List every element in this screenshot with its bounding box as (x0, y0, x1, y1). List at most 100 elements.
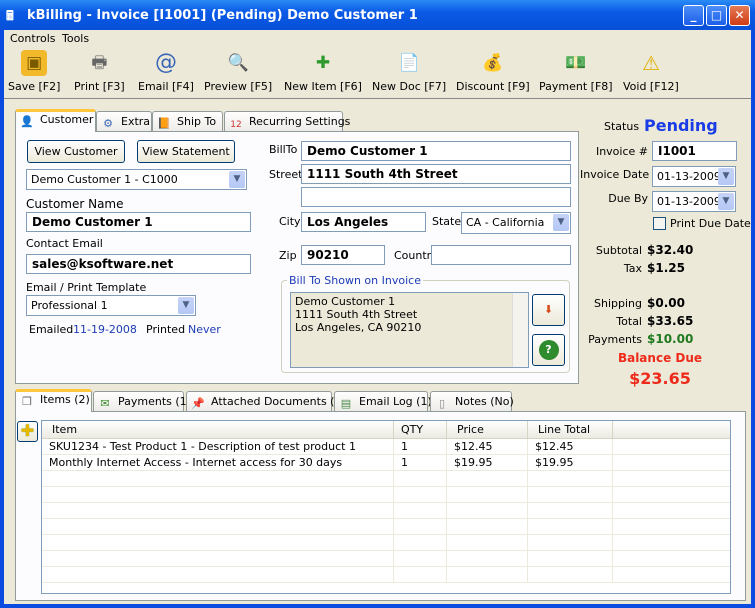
city-label: City (279, 215, 301, 228)
help-icon: ? (538, 340, 559, 360)
printed-value: Never (188, 323, 221, 336)
discount-button[interactable]: 💰 Discount [F9] (456, 50, 530, 93)
column-header-item[interactable]: Item (42, 421, 394, 439)
zip-label: Zip (279, 249, 297, 262)
cell-item (42, 567, 394, 583)
cell-line-total: $12.45 (528, 439, 613, 455)
menu-tools[interactable]: Tools (62, 32, 89, 45)
empty-row (42, 487, 730, 503)
tab-attached-documents[interactable]: 📌 Attached Documents (0) (186, 391, 346, 412)
view-customer-button[interactable]: View Customer (27, 140, 125, 163)
customer-name-input[interactable]: Demo Customer 1 (26, 212, 251, 232)
cell-qty (394, 567, 447, 583)
cell-qty (394, 487, 447, 503)
cell-filler (613, 487, 730, 503)
column-header-price[interactable]: Price (447, 421, 528, 439)
cell-price (447, 503, 528, 519)
status-value: Pending (644, 116, 718, 135)
tab-ship-to[interactable]: 📙 Ship To (152, 111, 223, 132)
state-select[interactable]: CA - California ▼ (461, 212, 571, 234)
invoice-date-picker[interactable]: 01-13-2009 ▼ (652, 166, 736, 187)
menu-controls[interactable]: Controls (10, 32, 56, 45)
at-sign-icon: @ (154, 50, 177, 75)
add-item-button[interactable]: ✚ (17, 421, 38, 442)
cell-price (447, 551, 528, 567)
plus-icon: ✚ (20, 421, 35, 440)
cell-qty: 1 (394, 439, 447, 455)
zip-input[interactable]: 90210 (301, 245, 385, 265)
magnifier-document-icon: 🔍 (227, 53, 249, 73)
document-arrow-icon: ⬇ (543, 303, 554, 316)
view-statement-button[interactable]: View Statement (137, 140, 235, 163)
close-button[interactable]: ✕ (729, 5, 750, 26)
invoice-number-input[interactable]: I1001 (652, 141, 737, 161)
cell-qty: 1 (394, 455, 447, 471)
table-row[interactable]: SKU1234 - Test Product 1 - Description o… (42, 439, 730, 455)
billto-shown-label: Bill To Shown on Invoice (287, 274, 423, 287)
country-input[interactable] (431, 245, 571, 265)
billto-input[interactable]: Demo Customer 1 (301, 141, 571, 161)
cell-line-total (528, 487, 613, 503)
printed-label: Printed (146, 323, 186, 336)
emailed-date: 11-19-2008 (73, 323, 137, 336)
street-input[interactable]: 1111 South 4th Street (301, 164, 571, 184)
new-doc-button[interactable]: 📄 New Doc [F7] (372, 50, 446, 93)
total-label: Total (616, 315, 642, 328)
cell-line-total (528, 551, 613, 567)
billto-shown-textarea[interactable]: Demo Customer 1 1111 South 4th Street Lo… (290, 292, 529, 368)
tab-extra[interactable]: ⚙ Extra (96, 111, 152, 132)
cell-item (42, 519, 394, 535)
city-input[interactable]: Los Angeles (301, 212, 426, 232)
tab-email-log[interactable]: ▤ Email Log (1) (334, 391, 432, 412)
payment-button[interactable]: 💵 Payment [F8] (539, 50, 613, 93)
cell-item (42, 535, 394, 551)
email-button[interactable]: @ Email [F4] (138, 50, 194, 93)
cell-filler (613, 439, 730, 455)
cell-qty (394, 503, 447, 519)
cell-item (42, 503, 394, 519)
shipping-label: Shipping (594, 297, 642, 310)
due-by-label: Due By (608, 192, 648, 205)
scrollbar[interactable] (512, 293, 528, 367)
cell-item (42, 471, 394, 487)
column-header-line-total[interactable]: Line Total (528, 421, 613, 439)
cell-line-total (528, 567, 613, 583)
empty-row (42, 551, 730, 567)
customer-select[interactable]: Demo Customer 1 - C1000 ▼ (26, 169, 247, 190)
empty-row (42, 471, 730, 487)
tab-items[interactable]: ❐ Items (2) (15, 389, 92, 412)
tab-recurring-settings[interactable]: 12 Recurring Settings (224, 111, 350, 132)
cell-filler (613, 535, 730, 551)
payments-value: $10.00 (647, 332, 694, 346)
tab-notes[interactable]: ▯ Notes (No) (430, 391, 514, 412)
minimize-button[interactable]: _ (683, 5, 704, 26)
print-due-date-checkbox[interactable] (653, 217, 666, 230)
cell-price (447, 471, 528, 487)
tab-customer[interactable]: 👤 Customer (15, 109, 96, 132)
preview-button[interactable]: 🔍 Preview [F5] (204, 50, 272, 93)
save-button[interactable]: ▣ Save [F2] (8, 50, 60, 93)
help-button[interactable]: ? (532, 334, 565, 366)
payment-envelope-icon: ✉ (100, 397, 110, 410)
column-header-qty[interactable]: QTY (394, 421, 447, 439)
template-select[interactable]: Professional 1 ▼ (26, 295, 196, 316)
contact-email-input[interactable]: sales@ksoftware.net (26, 254, 251, 274)
street2-input[interactable] (301, 187, 571, 207)
cell-item: SKU1234 - Test Product 1 - Description o… (42, 439, 394, 455)
tab-payments[interactable]: ✉ Payments (1) (93, 391, 191, 412)
contact-email-label: Contact Email (26, 237, 103, 250)
payments-label: Payments (588, 333, 642, 346)
maximize-button[interactable]: □ (706, 5, 727, 26)
print-button[interactable]: 🖶 Print [F3] (74, 50, 125, 93)
void-button[interactable]: ⚠ Void [F12] (623, 50, 679, 93)
cell-price: $19.95 (447, 455, 528, 471)
cell-price (447, 535, 528, 551)
copy-address-button[interactable]: ⬇ (532, 294, 565, 326)
due-by-picker[interactable]: 01-13-2009 ▼ (652, 191, 736, 212)
chevron-down-icon: ▼ (718, 193, 734, 210)
notes-icon: ▯ (438, 397, 446, 410)
table-row[interactable]: Monthly Internet Access - Internet acces… (42, 455, 730, 471)
cell-qty (394, 551, 447, 567)
new-item-button[interactable]: ✚ New Item [F6] (284, 50, 362, 93)
cell-filler (613, 519, 730, 535)
